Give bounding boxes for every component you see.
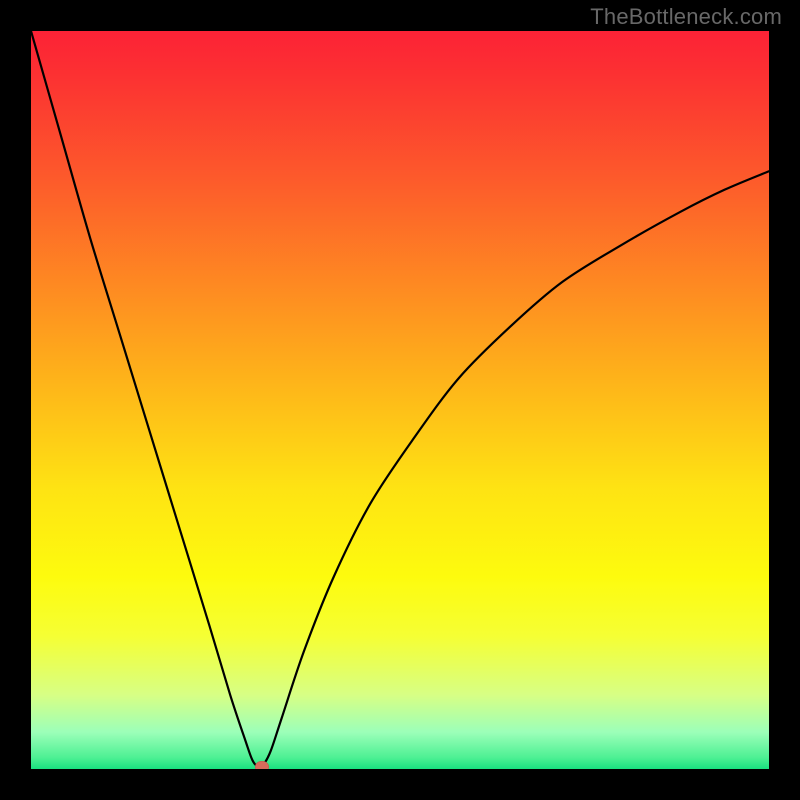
bottleneck-curve [31, 31, 769, 769]
chart-frame: TheBottleneck.com [0, 0, 800, 800]
minimum-marker [255, 761, 269, 769]
curve-path [31, 31, 769, 767]
watermark-label: TheBottleneck.com [590, 4, 782, 30]
plot-area [31, 31, 769, 769]
